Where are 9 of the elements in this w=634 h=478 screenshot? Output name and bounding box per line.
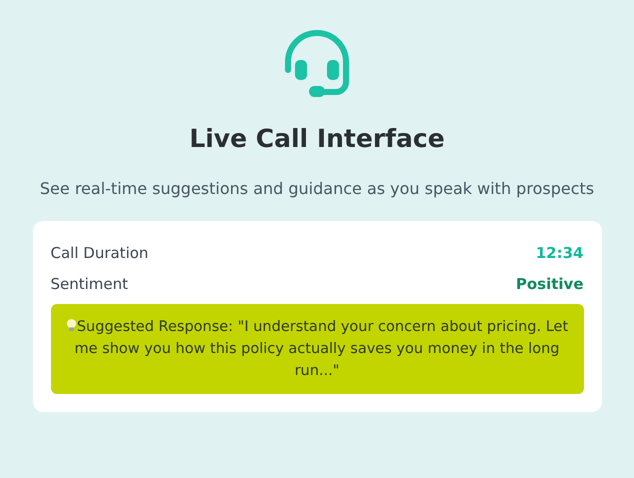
stat-label: Sentiment	[50, 274, 128, 292]
page-subtitle: See real-time suggestions and guidance as you speak with prospects	[38, 178, 596, 200]
page-title: Live Call Interface	[189, 124, 445, 153]
stat-label: Call Duration	[50, 244, 148, 262]
lightbulb-icon	[66, 318, 77, 333]
suggestion-text: Suggested Response: "I understand your concern about pricing. Let me show you how this policy actually saves you money in the long run..."	[64, 316, 570, 382]
headset-icon	[283, 30, 351, 98]
stat-value: Positive	[516, 274, 584, 292]
stat-value: 12:34	[536, 244, 584, 262]
